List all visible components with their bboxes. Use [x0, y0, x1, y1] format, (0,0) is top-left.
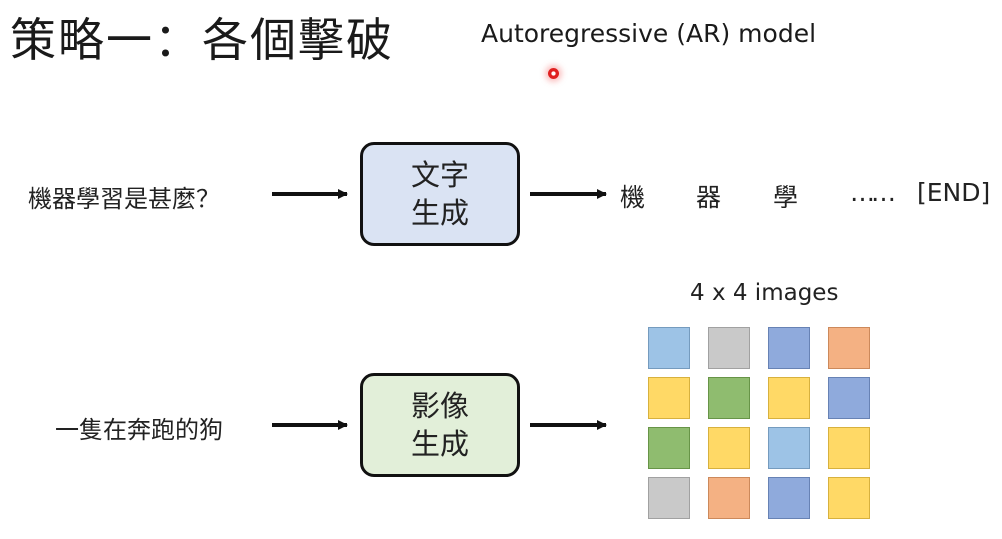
arrows-layer [272, 189, 607, 430]
